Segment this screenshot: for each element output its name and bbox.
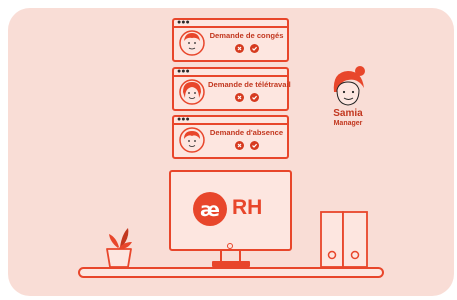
rh-logo-icon: æ (193, 192, 227, 226)
close-icon (237, 95, 241, 100)
window-titlebar: ●●● (174, 68, 287, 77)
check-icon (251, 46, 257, 51)
window-dots-icon: ●●● (177, 68, 190, 75)
plant-icon (106, 228, 132, 268)
request-title: Demande d'absence (209, 128, 284, 137)
check-icon (251, 143, 257, 148)
window-dots-icon: ●●● (177, 116, 190, 123)
window-titlebar: ●●● (174, 19, 287, 28)
window-dots-icon: ●●● (177, 19, 190, 26)
request-title: Demande de télétravail (208, 80, 291, 89)
request-window-conges: ●●● Demande de congés (172, 18, 289, 62)
request-title: Demande de congés (209, 31, 284, 40)
employee-avatar-icon (179, 127, 205, 153)
reject-button[interactable] (234, 141, 244, 150)
close-icon (237, 143, 241, 148)
monitor-stand (220, 251, 241, 261)
approve-button[interactable] (249, 141, 259, 150)
approve-button[interactable] (249, 93, 259, 102)
employee-avatar-icon (179, 79, 205, 105)
desk (78, 267, 384, 278)
power-button-icon (227, 243, 233, 249)
reject-button[interactable] (234, 93, 244, 102)
request-window-teletravail: ●●● Demande de télétravail (172, 67, 291, 111)
binders-icon (320, 211, 368, 268)
logo-text: RH (232, 196, 263, 219)
approve-button[interactable] (249, 44, 259, 53)
manager-name: Samia (333, 108, 363, 119)
logo-mark-text: æ (200, 199, 220, 221)
ae-ligature-icon: æ (200, 199, 220, 221)
window-titlebar: ●●● (174, 116, 287, 125)
computer-monitor (169, 170, 292, 251)
employee-avatar-icon (179, 30, 205, 56)
close-icon (237, 46, 241, 51)
manager-role: Manager (333, 120, 363, 127)
request-window-absence: ●●● Demande d'absence (172, 115, 289, 159)
reject-button[interactable] (234, 44, 244, 53)
check-icon (251, 95, 257, 100)
